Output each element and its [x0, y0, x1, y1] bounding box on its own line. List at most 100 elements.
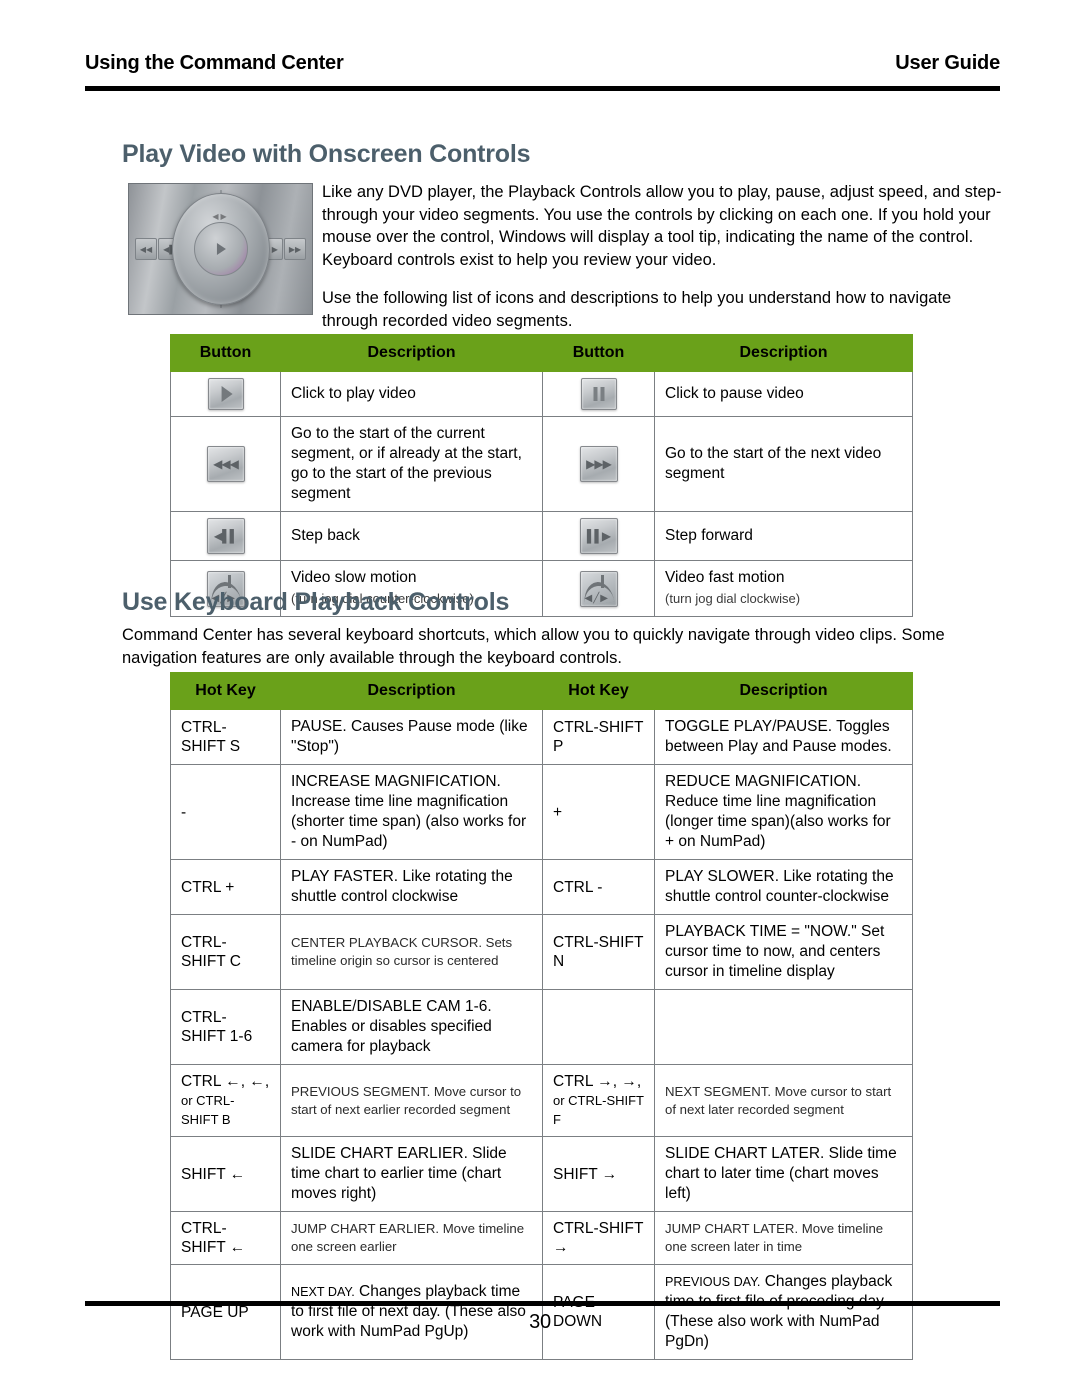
step-back-description: Step back	[280, 511, 543, 561]
hotkey-description: NEXT SEGMENT. Move cursor to start of ne…	[654, 1064, 913, 1137]
button-table-header-description-right: Description	[654, 334, 913, 372]
table-row: CTRL + PLAY FASTER. Like rotating the sh…	[170, 859, 913, 915]
footer-divider-rule	[85, 1301, 1000, 1306]
section-title-play-video: Play Video with Onscreen Controls	[122, 140, 531, 168]
section-title-keyboard-controls: Use Keyboard Playback Controls	[122, 588, 510, 616]
hotkey-description: SLIDE CHART LATER. Slide time chart to l…	[654, 1136, 913, 1212]
hotkey-description: PLAYBACK TIME = "NOW." Set cursor time t…	[654, 914, 913, 990]
fast-motion-description-text: Video fast motion	[665, 569, 785, 586]
hotkey-description: PLAY SLOWER. Like rotating the shuttle c…	[654, 859, 913, 915]
table-row: CTRL-SHIFT ← JUMP CHART EARLIER. Move ti…	[170, 1211, 913, 1265]
table-row: CTRL-SHIFT S PAUSE. Causes Pause mode (l…	[170, 709, 913, 765]
hotkey-cell: CTRL ←, ←, or CTRL-SHIFT B	[170, 1064, 281, 1137]
hotkey-table-header-row: Hot Key Description Hot Key Description	[170, 672, 913, 710]
table-row: ◀▌▌ Step back ▌▌▶ Step forward	[170, 511, 913, 561]
next-segment-description: Go to the start of the next video segmen…	[654, 416, 913, 512]
hotkey-alt-text: or CTRL-SHIFT F	[553, 1093, 644, 1127]
hotkey-cell: SHIFT ←	[170, 1136, 281, 1212]
fast-motion-description: Video fast motion (turn jog dial clockwi…	[654, 560, 913, 617]
hotkey-description: SLIDE CHART EARLIER. Slide time chart to…	[280, 1136, 543, 1212]
hotkey-description-lead: NEXT DAY.	[291, 1285, 355, 1299]
previous-segment-button-cell: ◀◀◀	[170, 416, 281, 512]
pause-button-cell	[542, 371, 655, 417]
hotkey-primary-text: CTRL →, →,	[553, 1073, 642, 1090]
hotkey-table-header-description-left: Description	[280, 672, 543, 710]
play-button-icon	[207, 378, 244, 410]
hotkey-description: TOGGLE PLAY/PAUSE. Toggles between Play …	[654, 709, 913, 765]
fast-motion-jog-icon: ◀╱▶	[579, 570, 618, 607]
play-button-cell	[170, 371, 281, 417]
step-back-description-text: Step back	[291, 527, 360, 544]
hotkey-cell: CTRL-SHIFT P	[542, 709, 655, 765]
step-forward-button-icon: ▌▌▶	[579, 518, 618, 554]
fast-motion-description-subtext: (turn jog dial clockwise)	[665, 591, 801, 606]
table-row: SHIFT ← SLIDE CHART EARLIER. Slide time …	[170, 1136, 913, 1212]
hotkey-table-header-hotkey-left: Hot Key	[170, 672, 281, 710]
play-button-description-text: Click to play video	[291, 385, 416, 402]
hotkey-cell: CTRL-SHIFT →	[542, 1211, 655, 1265]
button-table-header-button-left: Button	[170, 334, 281, 372]
hotkey-cell: CTRL-SHIFT 1-6	[170, 989, 281, 1065]
jog-dial-outer-ring: ◀▶	[171, 193, 270, 305]
previous-segment-description: Go to the start of the current segment, …	[280, 416, 543, 512]
table-row: CTRL-SHIFT C CENTER PLAYBACK CURSOR. Set…	[170, 914, 913, 990]
hotkey-reference-table: Hot Key Description Hot Key Description …	[170, 672, 913, 1360]
play-video-paragraph-2: Use the following list of icons and desc…	[322, 289, 952, 330]
hotkey-alt-text: or CTRL-SHIFT B	[181, 1093, 235, 1127]
play-video-intro-text: Like any DVD player, the Playback Contro…	[322, 181, 1007, 348]
table-row: CTRL-SHIFT 1-6 ENABLE/DISABLE CAM 1-6. E…	[170, 989, 913, 1065]
hotkey-cell: CTRL -	[542, 859, 655, 915]
pause-button-description: Click to pause video	[654, 371, 913, 417]
pause-button-description-text: Click to pause video	[665, 385, 804, 402]
previous-segment-icon: ◀◀	[135, 238, 157, 260]
hotkey-description: PREVIOUS SEGMENT. Move cursor to start o…	[280, 1064, 543, 1137]
hotkey-cell: CTRL-SHIFT N	[542, 914, 655, 990]
jog-shuttle-control-image: ◀◀ ◀▌ ▌▶ ▶▶ ◀▶	[128, 183, 313, 315]
header-left-title: Using the Command Center	[85, 52, 344, 74]
button-table-header-button-right: Button	[542, 334, 655, 372]
hotkey-description: PAUSE. Causes Pause mode (like "Stop")	[280, 709, 543, 765]
hotkey-description: JUMP CHART EARLIER. Move timeline one sc…	[280, 1211, 543, 1265]
hotkey-table-header-description-right: Description	[654, 672, 913, 710]
previous-segment-description-text: Go to the start of the current segment, …	[291, 425, 522, 502]
next-segment-button-cell: ▶▶▶	[542, 416, 655, 512]
hotkey-cell: CTRL-SHIFT ←	[170, 1211, 281, 1265]
hotkey-cell: CTRL-SHIFT S	[170, 709, 281, 765]
play-button-description: Click to play video	[280, 371, 543, 417]
jog-dial-inner-hub	[193, 222, 248, 276]
hotkey-description: ENABLE/DISABLE CAM 1-6. Enables or disab…	[280, 989, 543, 1065]
button-table-header-description-left: Description	[280, 334, 543, 372]
button-reference-table: Button Description Button Description Cl…	[170, 334, 913, 617]
table-row: - INCREASE MAGNIFICATION. Increase time …	[170, 764, 913, 860]
keyboard-intro-paragraph: Command Center has several keyboard shor…	[122, 626, 945, 667]
hotkey-description: INCREASE MAGNIFICATION. Increase time li…	[280, 764, 543, 860]
hotkey-cell: CTRL +	[170, 859, 281, 915]
step-back-button-icon: ◀▌▌	[206, 518, 245, 554]
hotkey-cell: SHIFT →	[542, 1136, 655, 1212]
hotkey-description: JUMP CHART LATER. Move timeline one scre…	[654, 1211, 913, 1265]
next-segment-icon: ▶▶	[284, 238, 306, 260]
hotkey-cell-empty	[542, 989, 655, 1065]
play-triangle-icon	[216, 243, 226, 255]
hotkey-description-empty	[654, 989, 913, 1065]
next-segment-button-icon: ▶▶▶	[579, 446, 618, 482]
previous-segment-button-icon: ◀◀◀	[206, 446, 245, 482]
pause-button-icon	[580, 378, 617, 410]
document-page: Using the Command Center User Guide Play…	[0, 0, 1080, 1397]
hotkey-description: CENTER PLAYBACK CURSOR. Sets timeline or…	[280, 914, 543, 990]
step-back-button-cell: ◀▌▌	[170, 511, 281, 561]
step-forward-description-text: Step forward	[665, 527, 753, 544]
page-number: 30	[529, 1311, 551, 1333]
table-row: CTRL ←, ←, or CTRL-SHIFT B PREVIOUS SEGM…	[170, 1064, 913, 1137]
running-header: Using the Command Center User Guide	[85, 52, 1000, 75]
fast-motion-button-cell: ◀╱▶	[542, 560, 655, 617]
jog-updown-arrows-icon: ◀▶	[212, 212, 229, 221]
button-table-header-row: Button Description Button Description	[170, 334, 913, 372]
hotkey-cell: CTRL →, →, or CTRL-SHIFT F	[542, 1064, 655, 1137]
step-forward-button-cell: ▌▌▶	[542, 511, 655, 561]
table-row: Click to play video Click to pause video	[170, 371, 913, 417]
header-divider-rule	[85, 86, 1000, 91]
hotkey-cell: +	[542, 764, 655, 860]
header-right-title: User Guide	[895, 52, 1000, 74]
hotkey-cell: CTRL-SHIFT C	[170, 914, 281, 990]
